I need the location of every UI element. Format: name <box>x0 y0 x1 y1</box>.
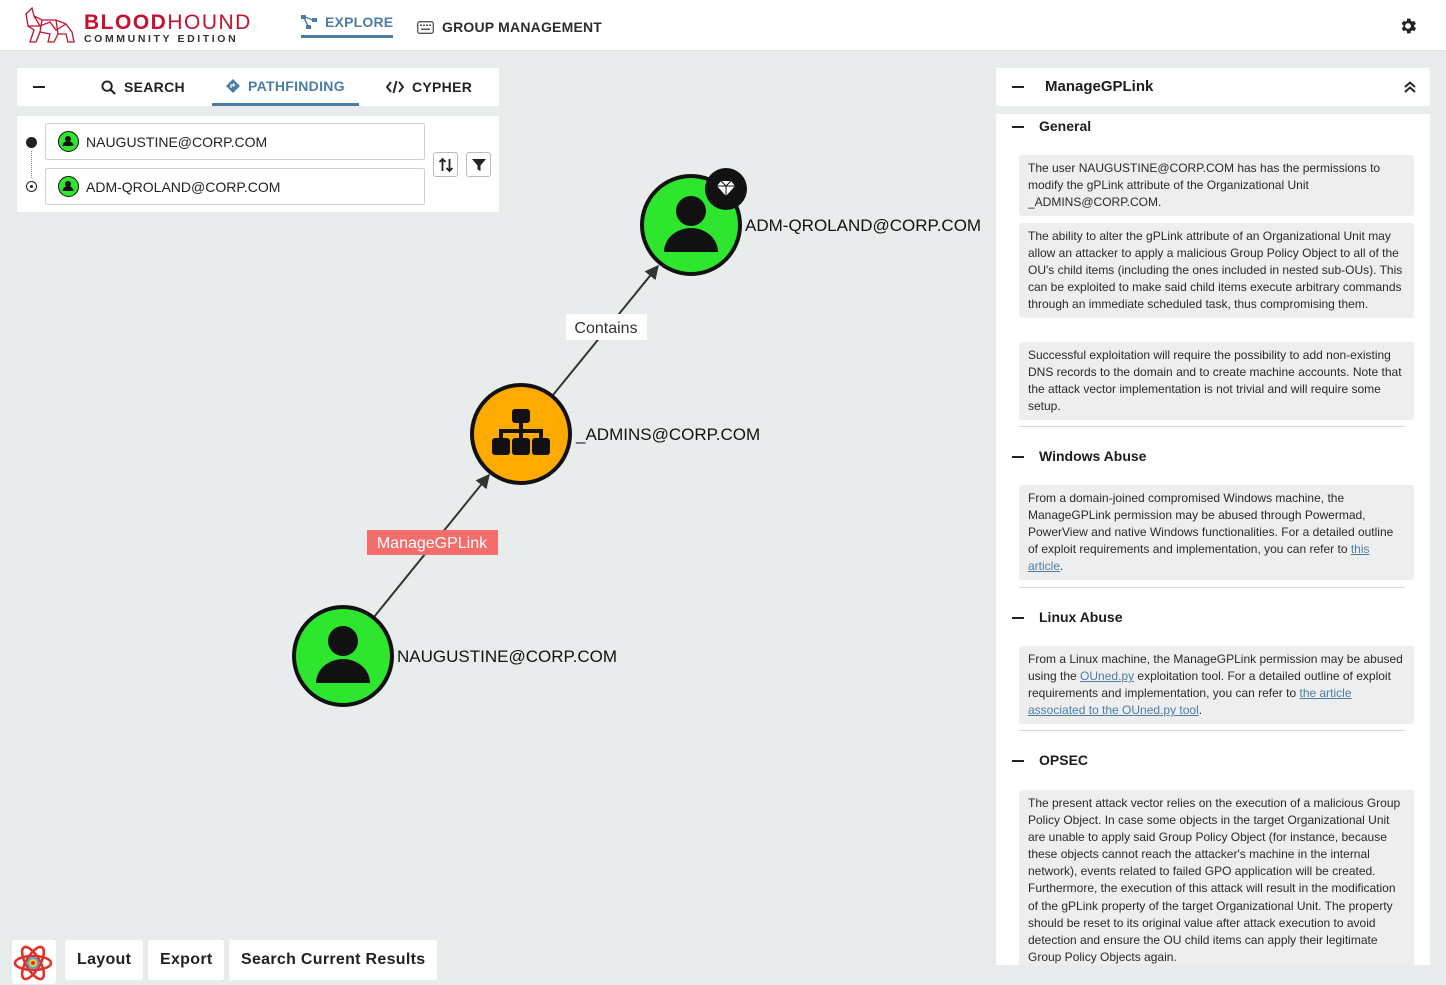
general-paragraph-2: The ability to alter the gPLink attribut… <box>1019 223 1414 319</box>
swap-arrows-icon <box>438 157 453 172</box>
tab-cypher[interactable]: CYPHER <box>386 68 472 106</box>
top-navbar: BLOODHOUND COMMUNITY EDITION EXPLORE GRO… <box>0 0 1446 51</box>
swap-nodes-button[interactable] <box>433 152 458 177</box>
keyboard-icon <box>417 20 434 34</box>
linux-abuse-paragraph: From a Linux machine, the ManageGPLink p… <box>1019 646 1414 725</box>
graph-render-toggle-button[interactable] <box>12 940 56 984</box>
logo-subtitle: COMMUNITY EDITION <box>84 33 239 45</box>
graph-icon <box>301 14 317 29</box>
user-badge-icon <box>58 176 79 197</box>
svg-text:ManageGPLink: ManageGPLink <box>377 535 488 552</box>
logo-title: BLOODHOUND <box>84 11 252 34</box>
edge-info-header: ManageGPLink <box>996 68 1430 106</box>
tab-search-label: SEARCH <box>124 79 185 95</box>
edge-label-managegplink[interactable]: ManageGPLink <box>367 530 498 555</box>
code-icon <box>386 80 404 94</box>
opsec-paragraph: The present attack vector relies on the … <box>1019 790 1414 965</box>
edge-info-title: ManageGPLink <box>1045 78 1154 95</box>
tab-pathfinding[interactable]: PATHFINDING <box>212 68 359 106</box>
search-icon <box>101 79 116 95</box>
chevrons-up-icon[interactable] <box>1402 79 1418 95</box>
edge-info-body: General The user NAUGUSTINE@CORP.COM has… <box>996 114 1430 965</box>
windows-abuse-paragraph: From a domain-joined compromised Windows… <box>1019 485 1414 581</box>
collapse-section-icon <box>1012 760 1024 762</box>
graph-node-naugustine[interactable]: NAUGUSTINE@CORP.COM <box>292 605 617 707</box>
search-mode-tabs: SEARCH PATHFINDING CYPHER <box>17 68 499 106</box>
user-badge-icon <box>58 131 79 152</box>
node-label-adm-qroland: ADM-QROLAND@CORP.COM <box>745 216 981 235</box>
target-node-value: ADM-QROLAND@CORP.COM <box>86 178 281 195</box>
search-current-results-button[interactable]: Search Current Results <box>229 940 438 980</box>
hound-icon <box>25 6 75 43</box>
tab-search[interactable]: SEARCH <box>101 68 185 106</box>
node-label-naugustine: NAUGUSTINE@CORP.COM <box>397 647 617 666</box>
collapse-section-icon <box>1012 456 1024 458</box>
edge-filter-button[interactable] <box>466 152 491 177</box>
section-windows-abuse-header[interactable]: Windows Abuse <box>996 444 1430 472</box>
export-button[interactable]: Export <box>148 940 225 980</box>
section-general-header[interactable]: General <box>996 114 1430 142</box>
tier-zero-gem-icon <box>705 168 747 210</box>
general-paragraph-3: Successful exploitation will require the… <box>1019 342 1414 421</box>
general-paragraph-1: The user NAUGUSTINE@CORP.COM has has the… <box>1019 155 1414 217</box>
pathfinding-panel: NAUGUSTINE@CORP.COM ADM-QROLAND@CORP.COM <box>17 116 499 212</box>
target-node-input[interactable]: ADM-QROLAND@CORP.COM <box>45 168 425 205</box>
section-opsec-header[interactable]: OPSEC <box>996 748 1430 776</box>
start-node-value: NAUGUSTINE@CORP.COM <box>86 133 268 150</box>
bloodhound-logo[interactable]: BLOODHOUND COMMUNITY EDITION <box>22 6 252 46</box>
collapse-panel-icon[interactable] <box>33 86 45 88</box>
node-label-admins-ou: _ADMINS@CORP.COM <box>575 425 760 444</box>
divider <box>1019 587 1405 588</box>
start-node-input[interactable]: NAUGUSTINE@CORP.COM <box>45 123 425 160</box>
graph-node-admins-ou[interactable]: _ADMINS@CORP.COM <box>470 383 760 485</box>
collapse-section-icon <box>1012 126 1024 128</box>
graph-node-adm-qroland[interactable]: ADM-QROLAND@CORP.COM <box>640 168 981 276</box>
edge-label-contains[interactable]: Contains <box>566 314 647 340</box>
collapse-panel-icon[interactable] <box>1012 86 1024 88</box>
nav-tab-group-management[interactable]: GROUP MANAGEMENT <box>417 14 602 40</box>
target-node-marker-icon <box>26 181 37 192</box>
section-general-title: General <box>1039 118 1092 134</box>
svg-text:Contains: Contains <box>574 320 637 337</box>
nav-tab-explore-label: EXPLORE <box>325 13 394 30</box>
section-opsec-title: OPSEC <box>1039 752 1089 768</box>
divider <box>1019 426 1405 427</box>
nav-tab-group-management-label: GROUP MANAGEMENT <box>442 19 603 35</box>
layout-button[interactable]: Layout <box>65 940 144 980</box>
path-connector <box>31 151 32 178</box>
section-windows-abuse-title: Windows Abuse <box>1039 448 1147 464</box>
atom-icon <box>13 945 53 981</box>
tab-pathfinding-label: PATHFINDING <box>248 77 345 94</box>
nav-tab-explore[interactable]: EXPLORE <box>301 12 394 38</box>
gear-icon[interactable] <box>1398 16 1418 36</box>
divider <box>1019 730 1405 731</box>
start-node-marker-icon <box>26 137 37 148</box>
filter-icon <box>471 158 486 171</box>
tab-cypher-label: CYPHER <box>412 79 473 95</box>
collapse-section-icon <box>1012 617 1024 619</box>
section-linux-abuse-title: Linux Abuse <box>1039 609 1123 625</box>
diamond-icon <box>226 78 240 93</box>
ouned-tool-link[interactable]: OUned.py <box>1080 669 1134 683</box>
section-linux-abuse-header[interactable]: Linux Abuse <box>996 605 1430 633</box>
